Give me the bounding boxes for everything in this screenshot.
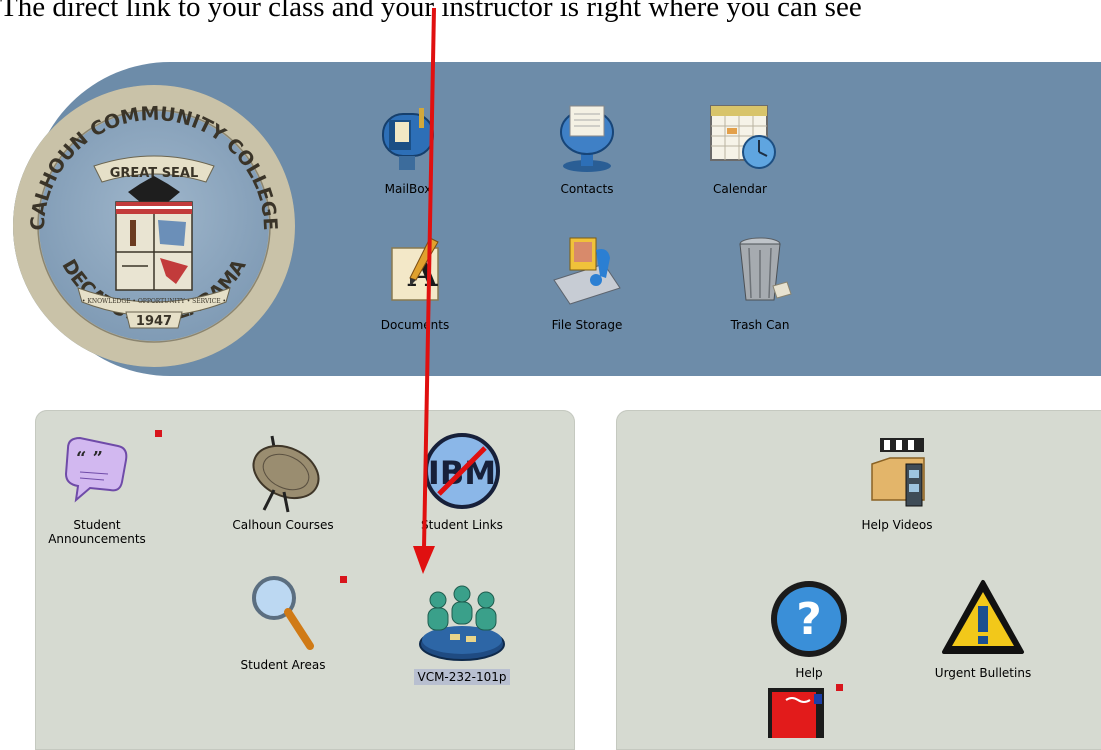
panel-item-class-vcm-232-101p[interactable]: VCM-232-101p: [402, 580, 522, 685]
bulletin-board-icon: [768, 688, 824, 738]
toolbar-item-calendar[interactable]: Calendar: [680, 92, 800, 196]
speech-bubble-icon: “ ”: [64, 436, 128, 503]
panel-item-student-announcements[interactable]: “ ” Student Announcements: [37, 428, 157, 546]
panel-item-student-links[interactable]: IBM Student Links: [402, 428, 522, 532]
panel-item-label: Student Links: [421, 518, 503, 532]
toolbar-item-mailbox[interactable]: MailBox: [348, 92, 468, 196]
toolbar-item-label: File Storage: [551, 318, 623, 332]
panel-item-label: Calhoun Courses: [232, 518, 334, 532]
file-storage-icon: [553, 237, 621, 305]
toolbar-item-label: Contacts: [560, 182, 614, 196]
svg-text:“ ”: “ ”: [76, 448, 103, 469]
panel-item-calhoun-courses[interactable]: Calhoun Courses: [223, 428, 343, 532]
panel-item-label: Student Areas: [240, 658, 326, 672]
panel-item-label: VCM-232-101p: [402, 669, 522, 685]
new-content-flag-icon: [836, 684, 843, 691]
panel-item-student-areas[interactable]: Student Areas: [223, 568, 343, 672]
calendar-icon: [710, 105, 776, 169]
panel-item-bulletin-board[interactable]: [766, 686, 826, 738]
new-content-flag-icon: [155, 430, 162, 437]
video-folder-icon: [871, 438, 925, 507]
toolbar-item-documents[interactable]: A Documents: [355, 228, 475, 332]
no-ibm-icon: IBM: [424, 433, 500, 509]
new-content-flag-icon: [340, 576, 347, 583]
toolbar-item-contacts[interactable]: Contacts: [527, 92, 647, 196]
class-group-icon: [419, 585, 505, 661]
toolbar-item-label: Documents: [380, 318, 450, 332]
panel-item-label: Urgent Bulletins: [934, 666, 1032, 680]
panel-item-urgent-bulletins[interactable]: Urgent Bulletins: [923, 576, 1043, 680]
mailbox-icon: [382, 108, 434, 170]
contacts-icon: [560, 105, 614, 172]
warning-icon: [942, 580, 1024, 654]
panel-item-help-videos[interactable]: Help Videos: [837, 428, 957, 532]
panel-item-label: Student Announcements: [48, 518, 146, 546]
toolbar-item-label: MailBox: [384, 182, 432, 196]
toolbar-item-trash-can[interactable]: Trash Can: [700, 228, 820, 332]
panel-item-label: Help Videos: [861, 518, 933, 532]
trash-can-icon: [739, 237, 792, 301]
toolbar-item-label: Calendar: [713, 182, 767, 196]
magnifying-glass-icon: [252, 576, 314, 650]
caption-text: The direct link to your class and your i…: [0, 0, 862, 23]
panel-item-help[interactable]: ? Help: [749, 576, 869, 680]
documents-icon: A: [391, 237, 439, 301]
svg-text:• KNOWLEDGE • OPPORTUNITY • SE: • KNOWLEDGE • OPPORTUNITY • SERVICE •: [82, 298, 226, 305]
svg-text:1947: 1947: [136, 314, 172, 329]
svg-text:?: ?: [796, 594, 822, 645]
help-icon: ?: [771, 581, 847, 657]
panel-item-label: Help: [795, 666, 823, 680]
college-seal-logo: CALHOUN COMMUNITY COLLEGE DECATUR • ALAB…: [13, 85, 295, 367]
satellite-dish-icon: [252, 435, 320, 513]
toolbar-item-label: Trash Can: [730, 318, 790, 332]
toolbar-item-file-storage[interactable]: File Storage: [527, 228, 647, 332]
